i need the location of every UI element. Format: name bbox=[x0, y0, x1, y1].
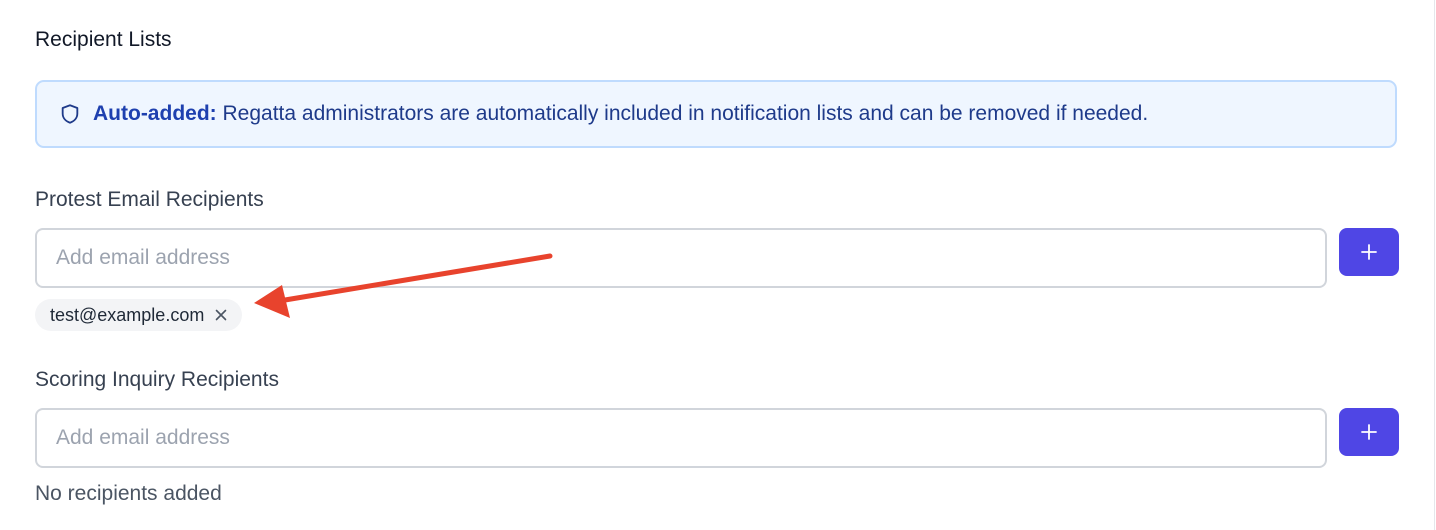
notice-text: Auto-added: Regatta administrators are a… bbox=[93, 102, 1148, 126]
protest-recipients-label: Protest Email Recipients bbox=[35, 188, 264, 211]
recipient-chip: test@example.com bbox=[35, 299, 243, 331]
scoring-recipients-label: Scoring Inquiry Recipients bbox=[35, 368, 279, 391]
protest-email-input[interactable] bbox=[35, 228, 1327, 288]
scoring-add-button[interactable] bbox=[1339, 408, 1399, 456]
plus-icon bbox=[1360, 243, 1378, 261]
close-icon[interactable] bbox=[214, 308, 228, 322]
protest-add-button[interactable] bbox=[1339, 228, 1399, 276]
notice-message: Regatta administrators are automatically… bbox=[222, 102, 1149, 125]
notice-bold-label: Auto-added: bbox=[93, 102, 217, 125]
right-divider bbox=[1434, 0, 1435, 530]
no-recipients-text: No recipients added bbox=[35, 482, 222, 505]
plus-icon bbox=[1360, 423, 1378, 441]
shield-icon bbox=[59, 103, 81, 125]
scoring-email-input[interactable] bbox=[35, 408, 1327, 468]
recipient-email: test@example.com bbox=[50, 304, 205, 325]
section-title: Recipient Lists bbox=[35, 28, 172, 51]
auto-added-notice: Auto-added: Regatta administrators are a… bbox=[35, 80, 1397, 148]
